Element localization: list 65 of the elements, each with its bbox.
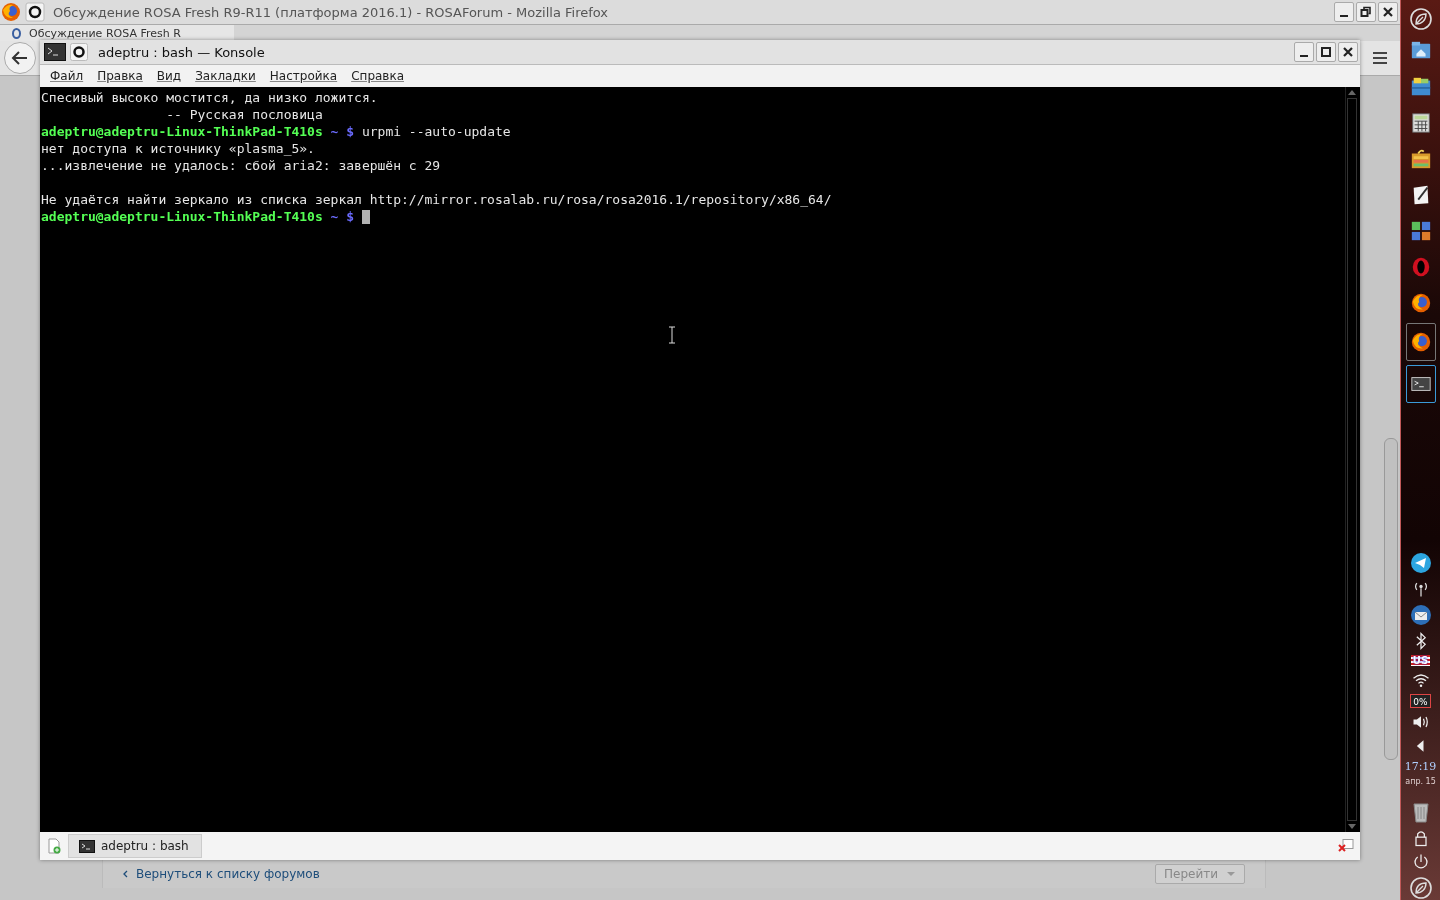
text-cursor — [362, 209, 371, 224]
close-button[interactable] — [1378, 2, 1398, 22]
telegram-icon[interactable] — [1408, 551, 1433, 575]
keyboard-layout-indicator[interactable]: US — [1410, 655, 1431, 666]
minimize-button[interactable] — [1294, 42, 1314, 62]
close-tab-icon[interactable] — [1338, 839, 1354, 853]
firefox-icon — [1, 2, 21, 22]
browser-tab[interactable]: Обсуждение ROSA Fresh R — [0, 25, 234, 41]
date[interactable]: апр. 15 — [1405, 777, 1436, 786]
terminal-command: urpmi --auto-update — [360, 123, 511, 140]
terminal-launcher[interactable] — [1405, 365, 1436, 403]
firefox-icon — [1409, 292, 1432, 314]
minimize-button[interactable] — [1334, 2, 1354, 22]
text-cursor-icon — [668, 326, 676, 344]
restore-icon — [1360, 6, 1372, 18]
minimize-icon — [1300, 55, 1308, 57]
close-button[interactable] — [1338, 42, 1358, 62]
terminal-output: Не удаётся найти зеркало из списка зеркал http://mirror.rosalab.ru/rosa/rosa2016.1/repository/x86_64/ — [41, 191, 832, 208]
prompt-path: ~ $ — [329, 208, 355, 225]
restore-button[interactable] — [1356, 2, 1376, 22]
leaf-icon[interactable] — [1408, 7, 1433, 31]
window-title: Обсуждение ROSA Fresh R9-R11 (платформа 2016.1) - ROSAForum - Mozilla Firefox — [53, 4, 610, 20]
close-icon — [1342, 46, 1354, 58]
battery-indicator[interactable]: 0% — [1410, 694, 1431, 708]
terminal-icon — [79, 839, 95, 853]
back-button[interactable] — [4, 42, 36, 74]
calculator-icon — [1409, 112, 1432, 134]
mail-client-icon[interactable] — [1408, 603, 1433, 627]
prompt-user: adeptru@adeptru-Linux-ThinkPad-T410s — [41, 123, 323, 140]
terminal-tab[interactable]: adeptru : bash — [68, 834, 202, 858]
archive-icon — [1409, 148, 1432, 170]
clock[interactable]: 17:19 — [1404, 760, 1437, 773]
settings-icon[interactable] — [70, 43, 88, 61]
menu-item[interactable]: Настройка — [269, 69, 338, 83]
menu-icon[interactable] — [1372, 51, 1388, 65]
firefox-icon — [1409, 331, 1432, 353]
terminal-output: Спесивый высоко мостится, да низко ложится. — [41, 89, 378, 106]
leaf-icon[interactable] — [1408, 876, 1433, 900]
prompt-path: ~ $ — [329, 123, 355, 140]
maximize-button[interactable] — [1316, 42, 1336, 62]
terminal-icon — [44, 43, 66, 61]
menu-item[interactable]: Правка — [97, 69, 143, 83]
file-cabinet-icon — [1409, 76, 1432, 98]
back-link[interactable]: Вернуться к списку форумов — [136, 867, 320, 881]
menu-item[interactable]: Файл — [50, 69, 84, 83]
menu-item[interactable]: Закладки — [195, 69, 256, 83]
terminal-output: -- Русская пословица — [165, 106, 323, 123]
scroll-down-icon[interactable] — [1348, 824, 1356, 829]
new-tab-icon[interactable] — [46, 838, 62, 854]
window-title: adeptru : bash — Konsole — [98, 44, 266, 60]
chevron-left-icon — [123, 870, 128, 878]
office-icon — [1409, 220, 1432, 242]
settings-icon[interactable] — [25, 2, 45, 22]
scrollbar[interactable] — [1345, 87, 1358, 832]
close-icon — [1382, 6, 1394, 18]
minimize-icon — [1340, 15, 1348, 17]
caret-icon — [1226, 871, 1236, 877]
menu-item[interactable]: Справка — [351, 69, 405, 83]
scroll-up-icon[interactable] — [1348, 90, 1356, 95]
prompt-user: adeptru@adeptru-Linux-ThinkPad-T410s — [41, 208, 323, 225]
terminal-output: нет доступа к источнику «plasma_5». — [41, 140, 315, 157]
terminal-output: ...извлечение не удалось: сбой aria2: завершён с 29 — [41, 157, 441, 174]
firefox-launcher[interactable] — [1405, 323, 1436, 361]
menu-item[interactable]: Вид — [156, 69, 182, 83]
maximize-icon — [1320, 46, 1332, 58]
